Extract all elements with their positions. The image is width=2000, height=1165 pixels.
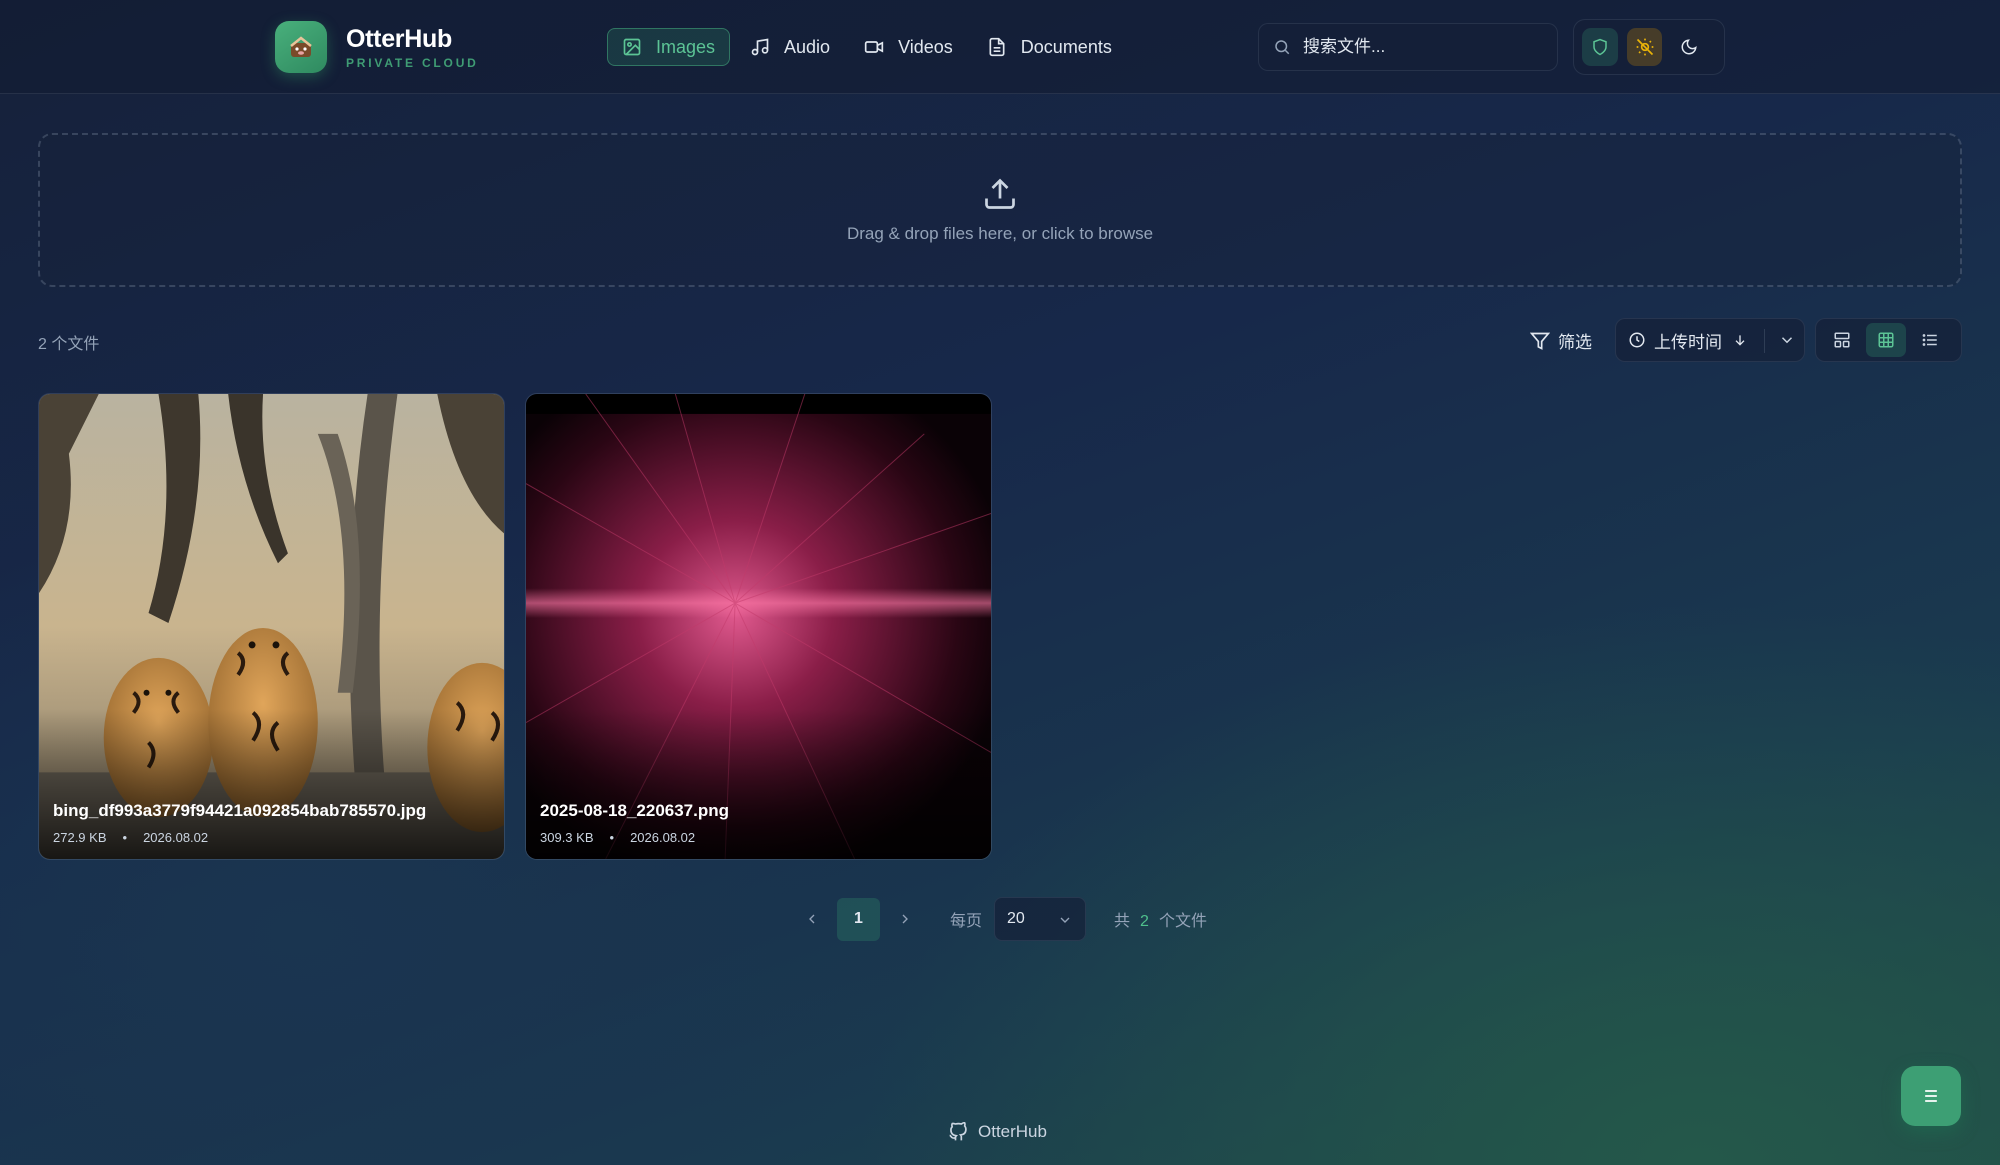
file-meta: 309.3 KB • 2026.08.02 bbox=[540, 830, 695, 845]
chevron-down-icon[interactable] bbox=[1778, 331, 1796, 349]
brand-title: OtterHub bbox=[346, 25, 452, 53]
brand-subtitle: PRIVATE CLOUD bbox=[346, 56, 479, 70]
file-card[interactable]: bing_df993a3779f94421a092854bab785570.jp… bbox=[38, 393, 505, 860]
masonry-view-icon bbox=[1834, 332, 1850, 348]
total-count: 共 2 个文件 bbox=[1114, 907, 1207, 931]
brightness-toggle-button[interactable] bbox=[1626, 28, 1663, 66]
per-page-value: 20 bbox=[1007, 910, 1025, 927]
nav-images[interactable]: Images bbox=[607, 28, 731, 66]
github-icon bbox=[949, 1122, 967, 1141]
upload-dropzone[interactable]: Drag & drop files here, or click to brow… bbox=[38, 133, 1962, 287]
list-view-icon bbox=[1922, 334, 1938, 346]
nav-videos[interactable]: Videos bbox=[850, 28, 967, 66]
view-switcher bbox=[1815, 318, 1962, 362]
file-date: 2026.08.02 bbox=[630, 830, 696, 845]
category-nav: Images Audio Videos Documents bbox=[607, 28, 1132, 66]
sort-dropdown[interactable]: 上传时间 bbox=[1615, 318, 1805, 362]
search-box bbox=[1258, 23, 1558, 71]
menu-fab-button[interactable] bbox=[1901, 1066, 1961, 1126]
masonry-view-button[interactable] bbox=[1822, 323, 1861, 357]
chevron-right-icon bbox=[902, 914, 908, 924]
total-suffix: 个文件 bbox=[1158, 913, 1207, 930]
filter-button[interactable]: 筛选 bbox=[1530, 328, 1592, 353]
list-view-button[interactable] bbox=[1911, 323, 1950, 357]
filter-icon bbox=[1530, 332, 1550, 350]
footer-link[interactable]: OtterHub bbox=[948, 1122, 1047, 1142]
per-page-label: 每页 bbox=[950, 913, 983, 930]
video-camera-icon bbox=[864, 41, 884, 53]
nav-videos-label: Videos bbox=[898, 36, 953, 57]
document-icon bbox=[989, 37, 1005, 57]
file-date: 2026.08.02 bbox=[143, 830, 209, 845]
meta-separator: • bbox=[609, 830, 615, 845]
search-icon bbox=[1275, 40, 1290, 55]
image-icon bbox=[623, 38, 641, 56]
sort-divider bbox=[1764, 329, 1765, 353]
shield-icon bbox=[1593, 38, 1607, 56]
file-count: 2 个文件 bbox=[38, 336, 100, 353]
moon-icon bbox=[1681, 39, 1697, 55]
page-number-button[interactable]: 1 bbox=[837, 897, 880, 941]
file-size: 309.3 KB bbox=[540, 830, 594, 845]
brand[interactable]: OtterHub PRIVATE CLOUD bbox=[275, 21, 479, 73]
arrow-down-icon[interactable] bbox=[1732, 332, 1748, 348]
file-size: 272.9 KB bbox=[53, 830, 107, 845]
filter-label: 筛选 bbox=[1558, 333, 1592, 352]
nav-audio-label: Audio bbox=[784, 36, 831, 57]
next-page-button[interactable] bbox=[890, 897, 920, 941]
top-bar: OtterHub PRIVATE CLOUD Images Audio Vide… bbox=[0, 0, 2000, 94]
nav-documents-label: Documents bbox=[1020, 36, 1112, 57]
pagination: 1 每页 20 共 2 个文件 bbox=[797, 897, 1207, 941]
dropzone-text: Drag & drop files here, or click to brow… bbox=[846, 224, 1154, 243]
nav-images-label: Images bbox=[656, 36, 716, 57]
nav-documents[interactable]: Documents bbox=[973, 28, 1126, 66]
grid-view-button[interactable] bbox=[1866, 323, 1906, 357]
file-name: bing_df993a3779f94421a092854bab785570.jp… bbox=[53, 801, 427, 820]
total-number: 2 bbox=[1140, 913, 1149, 930]
safe-mode-button[interactable] bbox=[1582, 28, 1618, 66]
upload-icon bbox=[985, 178, 1015, 209]
menu-icon bbox=[1925, 1090, 1937, 1102]
theme-toggle-button[interactable] bbox=[1671, 28, 1707, 66]
chevron-down-icon bbox=[1060, 917, 1070, 923]
file-name: 2025-08-18_220637.png bbox=[540, 801, 730, 820]
clock-icon bbox=[1629, 332, 1645, 348]
prev-page-button[interactable] bbox=[797, 897, 827, 941]
otter-logo-icon bbox=[275, 21, 327, 73]
total-prefix: 共 bbox=[1114, 913, 1131, 930]
sun-off-icon bbox=[1636, 38, 1653, 56]
meta-separator: • bbox=[122, 830, 128, 845]
nav-audio[interactable]: Audio bbox=[736, 28, 844, 66]
search-input[interactable] bbox=[1303, 37, 1543, 57]
file-card[interactable]: 2025-08-18_220637.png 309.3 KB • 2026.08… bbox=[525, 393, 992, 860]
chevron-left-icon bbox=[809, 914, 815, 924]
grid-view-icon bbox=[1878, 332, 1894, 348]
file-meta: 272.9 KB • 2026.08.02 bbox=[53, 830, 208, 845]
header-tools bbox=[1573, 19, 1725, 75]
sort-label: 上传时间 bbox=[1654, 332, 1722, 352]
music-note-icon bbox=[751, 38, 769, 56]
footer-label: OtterHub bbox=[978, 1122, 1047, 1141]
per-page-select[interactable]: 20 bbox=[994, 897, 1087, 941]
